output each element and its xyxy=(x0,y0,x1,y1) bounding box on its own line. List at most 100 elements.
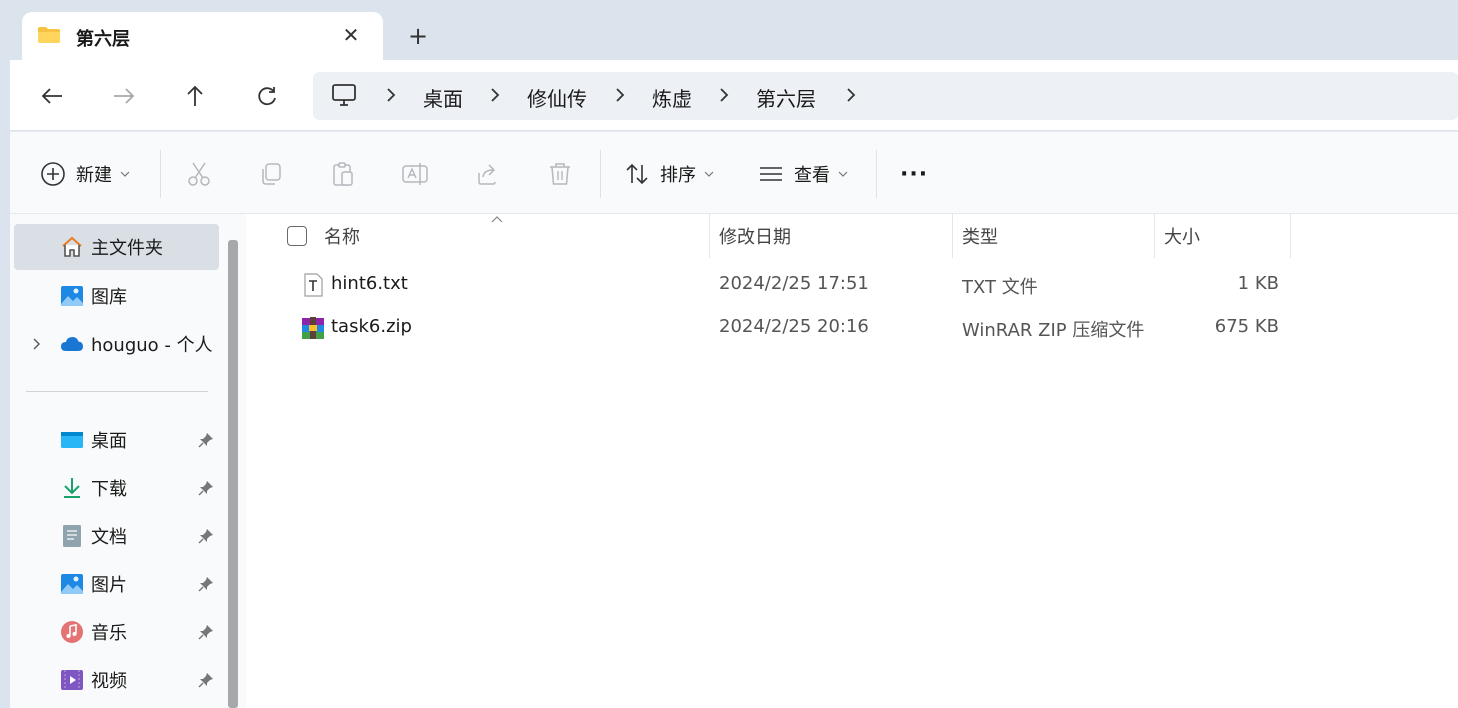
toolbar-divider xyxy=(876,150,877,198)
sidebar-item-gallery[interactable]: 图库 xyxy=(14,273,219,319)
breadcrumb-lianxu[interactable]: 炼虚 xyxy=(652,83,692,112)
sidebar-item-label: 视频 xyxy=(91,671,127,692)
sidebar-item-label: 桌面 xyxy=(91,431,127,452)
pin-icon[interactable] xyxy=(198,672,214,688)
new-tab-button[interactable]: + xyxy=(404,22,432,50)
file-name: task6.zip xyxy=(331,316,412,337)
pin-icon[interactable] xyxy=(198,480,214,496)
more-options-button[interactable]: ··· xyxy=(900,156,928,192)
sidebar-item-home[interactable]: 主文件夹 xyxy=(14,224,219,270)
address-bar[interactable]: 桌面 修仙传 炼虚 第六层 xyxy=(313,72,1458,120)
sidebar-item-onedrive[interactable]: houguo - 个人 xyxy=(14,321,219,367)
column-divider[interactable] xyxy=(1154,214,1155,258)
desktop-icon xyxy=(61,432,83,448)
home-icon xyxy=(62,236,82,257)
pin-icon[interactable] xyxy=(198,432,214,448)
chevron-right-icon[interactable] xyxy=(32,337,42,351)
forward-button[interactable] xyxy=(106,78,142,114)
paste-button[interactable] xyxy=(329,160,357,188)
sidebar-scrollbar[interactable] xyxy=(228,240,238,708)
chevron-right-icon[interactable] xyxy=(717,86,731,104)
sidebar-item-downloads[interactable]: 下载 xyxy=(14,465,219,511)
list-view-icon xyxy=(760,167,782,181)
music-icon xyxy=(61,621,83,643)
videos-icon xyxy=(61,670,83,690)
trash-icon xyxy=(550,163,570,185)
file-date: 2024/2/25 17:51 xyxy=(719,273,869,294)
file-type: TXT 文件 xyxy=(962,277,1038,298)
sidebar-item-videos[interactable]: 视频 xyxy=(14,657,219,703)
tab-bar: 第六层 ✕ + xyxy=(0,0,1458,62)
refresh-icon xyxy=(258,87,276,106)
share-button[interactable] xyxy=(473,160,501,188)
sidebar-item-label: 下载 xyxy=(91,479,127,500)
new-button[interactable]: 新建 xyxy=(40,156,130,192)
pictures-icon xyxy=(61,574,83,594)
column-divider[interactable] xyxy=(709,214,710,258)
file-list: 名称 修改日期 类型 大小 hint6.txt 2024/2/25 17:51 … xyxy=(246,214,1458,708)
sidebar-item-pictures[interactable]: 图片 xyxy=(14,561,219,607)
copy-button[interactable] xyxy=(257,160,285,188)
file-name: hint6.txt xyxy=(331,273,408,294)
chevron-right-icon[interactable] xyxy=(384,86,398,104)
sidebar-item-label: 文档 xyxy=(91,527,127,548)
arrow-up-icon xyxy=(187,85,203,106)
share-icon xyxy=(478,164,496,185)
sidebar-divider xyxy=(26,391,208,392)
column-header-type[interactable]: 类型 xyxy=(962,214,998,258)
computer-icon xyxy=(332,84,356,106)
pin-icon[interactable] xyxy=(198,576,214,592)
pin-icon[interactable] xyxy=(198,528,214,544)
sort-button[interactable]: 排序 xyxy=(624,156,714,192)
documents-icon xyxy=(63,525,81,547)
sidebar-item-label: 音乐 xyxy=(91,623,127,644)
chevron-right-icon[interactable] xyxy=(488,86,502,104)
file-date: 2024/2/25 20:16 xyxy=(719,316,869,337)
rename-button[interactable] xyxy=(401,160,429,188)
back-button[interactable] xyxy=(34,78,70,114)
sidebar-item-documents[interactable]: 文档 xyxy=(14,513,219,559)
command-bar: 新建 排序 查看 ··· xyxy=(10,131,1458,214)
chevron-right-icon[interactable] xyxy=(844,86,858,104)
view-button[interactable]: 查看 xyxy=(758,156,848,192)
file-type: WinRAR ZIP 压缩文件 xyxy=(962,320,1145,341)
sidebar-item-label: 图片 xyxy=(91,575,127,596)
cut-button[interactable] xyxy=(185,160,213,188)
breadcrumb-current[interactable]: 第六层 xyxy=(756,83,816,112)
tab-close-button[interactable]: ✕ xyxy=(340,23,362,47)
navigation-bar: 桌面 修仙传 炼虚 第六层 xyxy=(10,60,1458,130)
column-header-name[interactable]: 名称 xyxy=(324,214,360,258)
toolbar-divider xyxy=(160,150,161,198)
file-size: 675 KB xyxy=(1214,316,1279,337)
sidebar-item-music[interactable]: 音乐 xyxy=(14,609,219,655)
sort-ascending-icon xyxy=(491,216,503,223)
winrar-archive-icon xyxy=(302,317,324,339)
breadcrumb-xiuxianzhuan[interactable]: 修仙传 xyxy=(527,83,587,112)
column-header-date[interactable]: 修改日期 xyxy=(719,214,791,258)
sort-label: 排序 xyxy=(660,165,696,186)
file-size: 1 KB xyxy=(1237,273,1279,294)
column-header-size[interactable]: 大小 xyxy=(1164,214,1200,258)
chevron-down-icon xyxy=(838,171,848,177)
delete-button[interactable] xyxy=(546,160,574,188)
chevron-right-icon[interactable] xyxy=(613,86,627,104)
tab-current[interactable]: 第六层 ✕ xyxy=(22,12,383,62)
breadcrumb-desktop[interactable]: 桌面 xyxy=(423,83,463,112)
arrow-left-icon xyxy=(41,88,62,104)
sidebar-item-desktop[interactable]: 桌面 xyxy=(14,417,219,463)
new-label: 新建 xyxy=(76,165,112,186)
select-all-checkbox[interactable] xyxy=(287,226,307,246)
toolbar-divider xyxy=(600,150,601,198)
clipboard-icon xyxy=(333,162,353,186)
navigation-pane: 主文件夹 图库 houguo - 个人 桌面 下载 文档 图片 音乐 视频 xyxy=(10,214,246,708)
file-row[interactable]: task6.zip 2024/2/25 20:16 WinRAR ZIP 压缩文… xyxy=(246,307,1458,349)
file-row[interactable]: hint6.txt 2024/2/25 17:51 TXT 文件 1 KB xyxy=(246,264,1458,306)
copy-icon xyxy=(262,163,281,185)
cloud-icon xyxy=(61,337,83,351)
pin-icon[interactable] xyxy=(198,624,214,640)
column-divider[interactable] xyxy=(952,214,953,258)
up-button[interactable] xyxy=(177,78,213,114)
refresh-button[interactable] xyxy=(249,78,285,114)
column-divider[interactable] xyxy=(1290,214,1291,258)
folder-icon xyxy=(38,27,60,43)
